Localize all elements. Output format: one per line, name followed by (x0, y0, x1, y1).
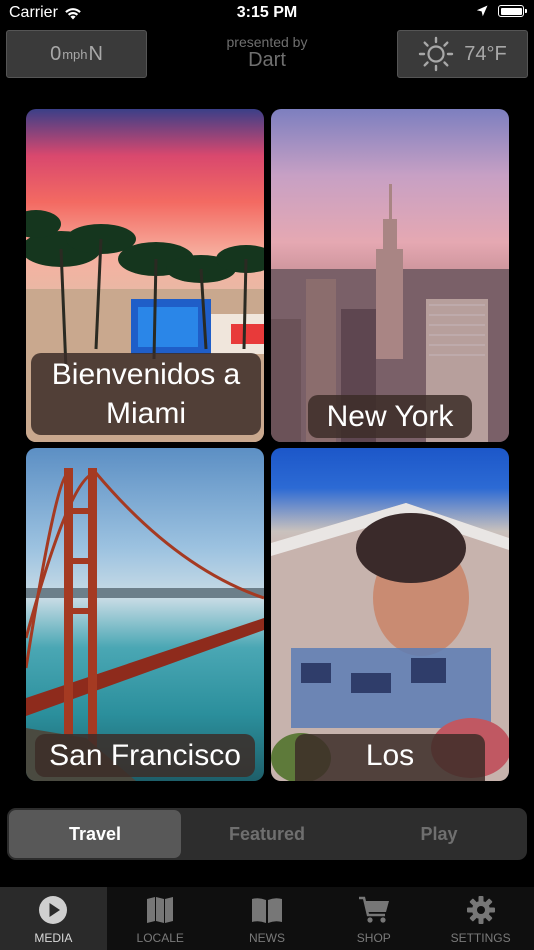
tile-miami[interactable]: Bienvenidos a Miami (26, 109, 264, 442)
map-icon (147, 897, 174, 923)
segment-featured[interactable]: Featured (181, 810, 353, 858)
tab-bar: MEDIA LOCALE NEWS SHOP SETTINGS (0, 887, 534, 950)
tab-news[interactable]: NEWS (214, 887, 321, 950)
tab-label: NEWS (248, 931, 285, 945)
segment-travel[interactable]: Travel (9, 810, 181, 858)
wind-widget[interactable]: 0 mph N (6, 30, 147, 78)
sponsor-label: presented by Dart (190, 34, 344, 72)
sun-icon (419, 36, 454, 72)
tab-locale[interactable]: LOCALE (107, 887, 214, 950)
wind-speed: 0 (50, 42, 62, 65)
tab-label: SETTINGS (450, 931, 511, 945)
tile-los-angeles[interactable]: Los Angeles (271, 448, 509, 781)
tab-media[interactable]: MEDIA (0, 887, 107, 950)
tile-san-francisco[interactable]: San Francisco (26, 448, 264, 781)
tile-label-los-angeles: Los Angeles (295, 734, 485, 781)
cart-icon (358, 896, 389, 923)
weather-widget[interactable]: 74°F (397, 30, 528, 78)
location-arrow-icon (476, 5, 488, 17)
los-angeles-photo (271, 503, 509, 781)
gear-icon (466, 896, 495, 924)
tab-settings[interactable]: SETTINGS (427, 887, 534, 950)
new-york-photo (271, 184, 509, 442)
presented-by-text: presented by (226, 34, 308, 50)
category-segmented-control: Travel Featured Play (7, 808, 527, 860)
status-bar: Carrier 3:15 PM (0, 0, 534, 28)
wind-unit: mph (62, 46, 88, 62)
tab-label: LOCALE (136, 931, 184, 945)
tile-label-miami: Bienvenidos a Miami (31, 353, 261, 435)
tile-label-line1: Bienvenidos a (51, 358, 241, 391)
book-icon (251, 898, 282, 923)
tile-new-york[interactable]: New York (271, 109, 509, 442)
play-icon (39, 896, 68, 924)
segment-play[interactable]: Play (353, 810, 525, 858)
status-time: 3:15 PM (236, 4, 298, 21)
tab-label: SHOP (356, 931, 391, 945)
tile-label-san-francisco: San Francisco (35, 734, 255, 777)
san-francisco-photo (26, 468, 264, 781)
wind-direction: N (88, 42, 103, 65)
temperature: 74°F (464, 42, 507, 65)
status-right (476, 5, 527, 17)
battery-icon (498, 5, 527, 17)
tab-shop[interactable]: SHOP (320, 887, 427, 950)
sponsor-name: Dart (248, 49, 286, 71)
tile-label-new-york: New York (308, 395, 472, 438)
tab-label: MEDIA (34, 931, 73, 945)
tile-label-line2: Miami (106, 397, 186, 430)
